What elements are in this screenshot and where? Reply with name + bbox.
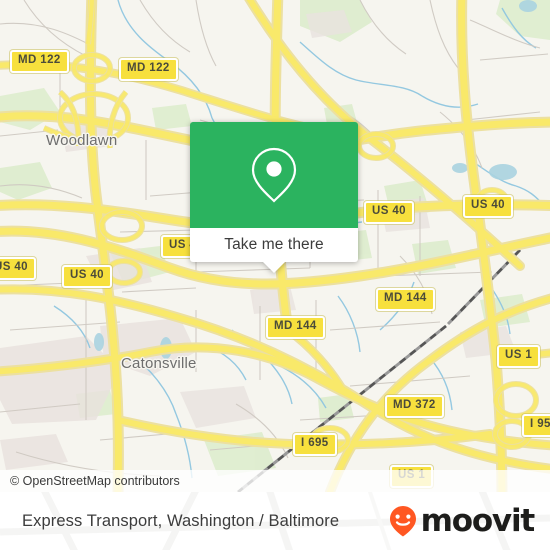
shield-us-40-right[interactable]: US 40 [463,195,513,218]
moovit-logo[interactable]: moovit [386,504,550,538]
shield-md-122-west[interactable]: MD 122 [10,50,69,73]
shield-i-95[interactable]: I 95 [522,414,550,437]
map-attribution-bar: © OpenStreetMap contributors [0,470,550,492]
shield-i-695[interactable]: I 695 [293,433,337,456]
map-pin-icon [251,147,297,203]
popup-icon-area [190,122,358,228]
station-title: Express Transport, Washington / Baltimor… [22,511,340,530]
shield-us-40-edge[interactable]: US 40 [0,257,36,280]
shield-us-1-right[interactable]: US 1 [497,345,541,368]
popup-action-area[interactable]: Take me there [190,228,358,273]
moovit-smile-pin-icon [389,506,416,537]
osm-attribution-text[interactable]: © OpenStreetMap contributors [0,474,180,488]
popup-action-label: Take me there [224,236,324,253]
shield-md-144-center[interactable]: MD 144 [266,316,325,339]
take-me-there-popup[interactable]: Take me there [190,122,358,273]
popup-tail [263,262,285,273]
moovit-wordmark: moovit [420,502,536,539]
moovit-station-card: Woodlawn Catonsville MD 122 MD 122 US 40… [0,0,550,550]
shield-md-372[interactable]: MD 372 [385,395,444,418]
shield-us-40-left[interactable]: US 40 [62,265,112,288]
footer-bar: Express Transport, Washington / Baltimor… [0,492,550,550]
shield-md-144-right[interactable]: MD 144 [376,288,435,311]
map-canvas[interactable]: Woodlawn Catonsville MD 122 MD 122 US 40… [0,0,550,492]
shield-us-40-center[interactable]: US 40 [364,201,414,224]
shield-md-122-east[interactable]: MD 122 [119,58,178,81]
